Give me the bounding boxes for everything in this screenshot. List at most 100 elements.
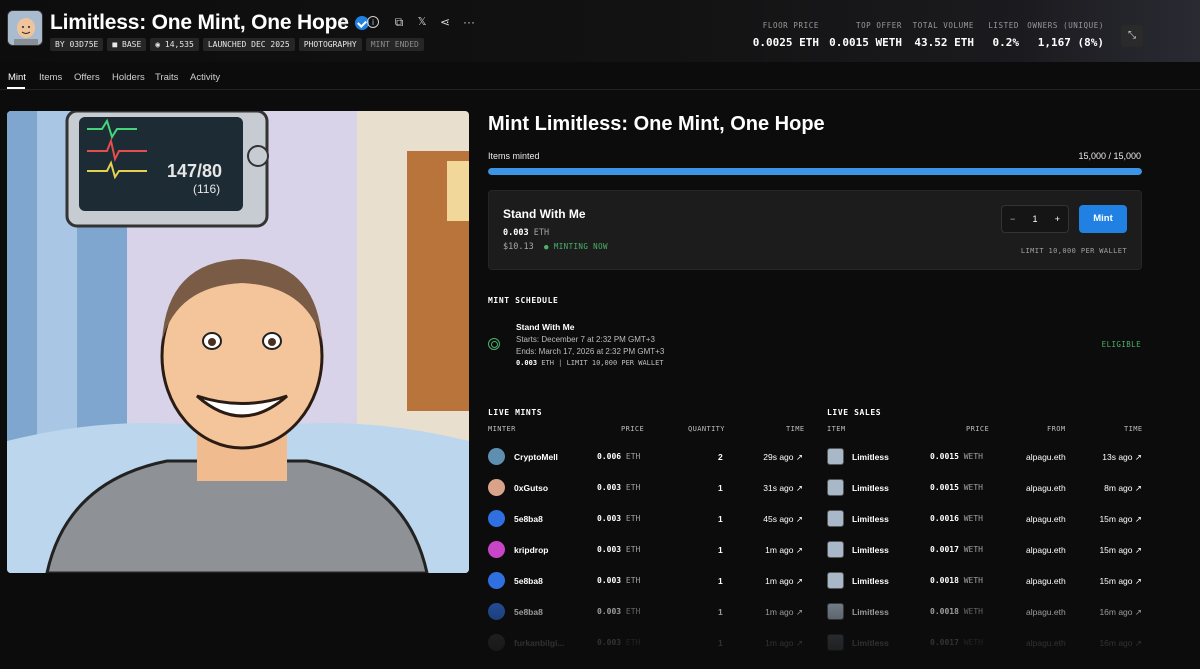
minter-name[interactable]: 5e8ba8: [514, 514, 543, 524]
x-logo-icon[interactable]: 𝕏: [415, 15, 429, 29]
sale-time-link[interactable]: 8m ago ↗: [1104, 483, 1142, 494]
mint-price: 0.006 ETH: [597, 452, 641, 461]
info-icon[interactable]: i: [367, 16, 379, 28]
sale-time-link[interactable]: 13s ago ↗: [1102, 452, 1142, 463]
mint-row[interactable]: 0xGutso 0.003 ETH 1 31s ago ↗: [488, 479, 803, 514]
sale-price: 0.0017 WETH: [930, 638, 983, 647]
star-icon[interactable]: ☆: [336, 15, 350, 29]
item-thumbnail: [827, 541, 844, 558]
minter-name[interactable]: kripdrop: [514, 545, 548, 555]
minter-name[interactable]: 5e8ba8: [514, 576, 543, 586]
more-icon[interactable]: ···: [462, 15, 476, 29]
mint-row[interactable]: kripdrop 0.003 ETH 1 1m ago ↗: [488, 541, 803, 576]
sale-from[interactable]: alpagu.eth: [1026, 576, 1066, 586]
col-time: TIME: [786, 425, 805, 433]
item-thumbnail: [827, 510, 844, 527]
mint-time-link[interactable]: 1m ago ↗: [765, 638, 803, 649]
mint-time-link[interactable]: 45s ago ↗: [763, 514, 803, 525]
sale-item-name[interactable]: Limitless: [852, 638, 889, 648]
sale-row[interactable]: Limitless 0.0015 WETH alpagu.eth 13s ago…: [827, 448, 1142, 483]
minter-name[interactable]: furkanbilgi...: [514, 638, 565, 648]
mint-time-link[interactable]: 31s ago ↗: [763, 483, 803, 494]
sale-time-link[interactable]: 15m ago ↗: [1099, 576, 1142, 587]
share-icon[interactable]: ⋖: [438, 15, 452, 29]
stat-value: 43.52 ETH: [914, 36, 974, 49]
mint-row[interactable]: 5e8ba8 0.003 ETH 1 45s ago ↗: [488, 510, 803, 545]
sale-item-name[interactable]: Limitless: [852, 545, 889, 555]
sale-item-name[interactable]: Limitless: [852, 576, 889, 586]
collection-badges: BY 03D75E ■ BASE ◉ 14,535 LAUNCHED DEC 2…: [50, 38, 424, 51]
expand-icon[interactable]: ⤡: [1121, 25, 1143, 47]
sale-from[interactable]: alpagu.eth: [1026, 545, 1066, 555]
collection-title-row: Limitless: One Mint, One Hope: [50, 11, 369, 35]
mint-quantity: 1: [718, 514, 723, 524]
tab-activity[interactable]: Activity: [190, 72, 220, 83]
col-time: TIME: [1124, 425, 1143, 433]
sale-from[interactable]: alpagu.eth: [1026, 514, 1066, 524]
item-thumbnail: [827, 603, 844, 620]
sale-item-name[interactable]: Limitless: [852, 514, 889, 524]
mint-time-link[interactable]: 29s ago ↗: [763, 452, 803, 463]
sale-time-link[interactable]: 15m ago ↗: [1099, 545, 1142, 556]
stage-name: Stand With Me: [503, 207, 586, 221]
chain-badge: ■ BASE: [107, 38, 147, 51]
sale-item-name[interactable]: Limitless: [852, 452, 889, 462]
sale-from[interactable]: alpagu.eth: [1026, 607, 1066, 617]
sale-item-name[interactable]: Limitless: [852, 607, 889, 617]
sale-from[interactable]: alpagu.eth: [1026, 483, 1066, 493]
collection-avatar[interactable]: [7, 10, 43, 46]
sale-row[interactable]: Limitless 0.0015 WETH alpagu.eth 8m ago …: [827, 479, 1142, 514]
creator-badge[interactable]: BY 03D75E: [50, 38, 104, 51]
mint-progress-bar: [488, 168, 1142, 175]
decrement-button[interactable]: −: [1010, 214, 1015, 224]
sale-row[interactable]: Limitless 0.0017 WETH alpagu.eth 16m ago…: [827, 634, 1142, 669]
sale-from[interactable]: alpagu.eth: [1026, 638, 1066, 648]
sale-time-link[interactable]: 16m ago ↗: [1099, 607, 1142, 618]
minter-name[interactable]: 0xGutso: [514, 483, 548, 493]
minter-avatar: [488, 634, 505, 651]
stat-top-offer: TOP OFFER 0.0015 WETH: [829, 21, 902, 49]
mint-row[interactable]: CryptoMell 0.006 ETH 2 29s ago ↗: [488, 448, 803, 483]
sale-time-link[interactable]: 16m ago ↗: [1099, 638, 1142, 649]
sale-time-link[interactable]: 15m ago ↗: [1099, 514, 1142, 525]
mint-schedule-heading: MINT SCHEDULE: [488, 296, 559, 305]
schedule-stage-icon: [488, 338, 500, 350]
stat-label: TOTAL VOLUME: [912, 21, 974, 30]
mint-time-link[interactable]: 1m ago ↗: [765, 576, 803, 587]
sale-row[interactable]: Limitless 0.0018 WETH alpagu.eth 15m ago…: [827, 572, 1142, 607]
mint-row[interactable]: furkanbilgi... 0.003 ETH 1 1m ago ↗: [488, 634, 803, 669]
increment-button[interactable]: +: [1055, 214, 1060, 224]
sale-row[interactable]: Limitless 0.0017 WETH alpagu.eth 15m ago…: [827, 541, 1142, 576]
copy-icon[interactable]: ⧉: [392, 15, 406, 29]
category-badge[interactable]: PHOTOGRAPHY: [298, 38, 362, 51]
mint-price: 0.003 ETH: [597, 514, 641, 523]
minter-name[interactable]: 5e8ba8: [514, 607, 543, 617]
stat-listed: LISTED 0.2%: [988, 21, 1019, 49]
minter-name[interactable]: CryptoMell: [514, 452, 558, 462]
sale-price: 0.0018 WETH: [930, 607, 983, 616]
tab-traits[interactable]: Traits: [155, 72, 178, 83]
quantity-stepper[interactable]: − 1 +: [1001, 205, 1069, 233]
tab-holders[interactable]: Holders: [112, 72, 145, 83]
sale-item-name[interactable]: Limitless: [852, 483, 889, 493]
schedule-price-limit: 0.003 ETH | LIMIT 10,000 PER WALLET: [516, 359, 664, 367]
tab-offers[interactable]: Offers: [74, 72, 100, 83]
item-thumbnail: [827, 479, 844, 496]
mint-time-link[interactable]: 1m ago ↗: [765, 545, 803, 556]
launched-badge: LAUNCHED DEC 2025: [202, 38, 295, 51]
mint-quantity: 2: [718, 452, 723, 462]
sale-from[interactable]: alpagu.eth: [1026, 452, 1066, 462]
tab-items[interactable]: Items: [39, 72, 62, 83]
sale-row[interactable]: Limitless 0.0018 WETH alpagu.eth 16m ago…: [827, 603, 1142, 638]
stat-label: TOP OFFER: [855, 21, 902, 30]
mint-row[interactable]: 5e8ba8 0.003 ETH 1 1m ago ↗: [488, 603, 803, 638]
quantity-value[interactable]: 1: [1032, 214, 1037, 224]
sale-row[interactable]: Limitless 0.0016 WETH alpagu.eth 15m ago…: [827, 510, 1142, 545]
mint-button[interactable]: Mint: [1079, 205, 1127, 233]
mint-row[interactable]: 5e8ba8 0.003 ETH 1 1m ago ↗: [488, 572, 803, 607]
stat-value: 0.0015 WETH: [829, 36, 902, 49]
items-minted-value: 15,000 / 15,000: [1078, 151, 1141, 161]
monitor-sub-reading: (116): [193, 182, 220, 196]
mint-time-link[interactable]: 1m ago ↗: [765, 607, 803, 618]
tab-mint[interactable]: Mint: [8, 72, 26, 83]
